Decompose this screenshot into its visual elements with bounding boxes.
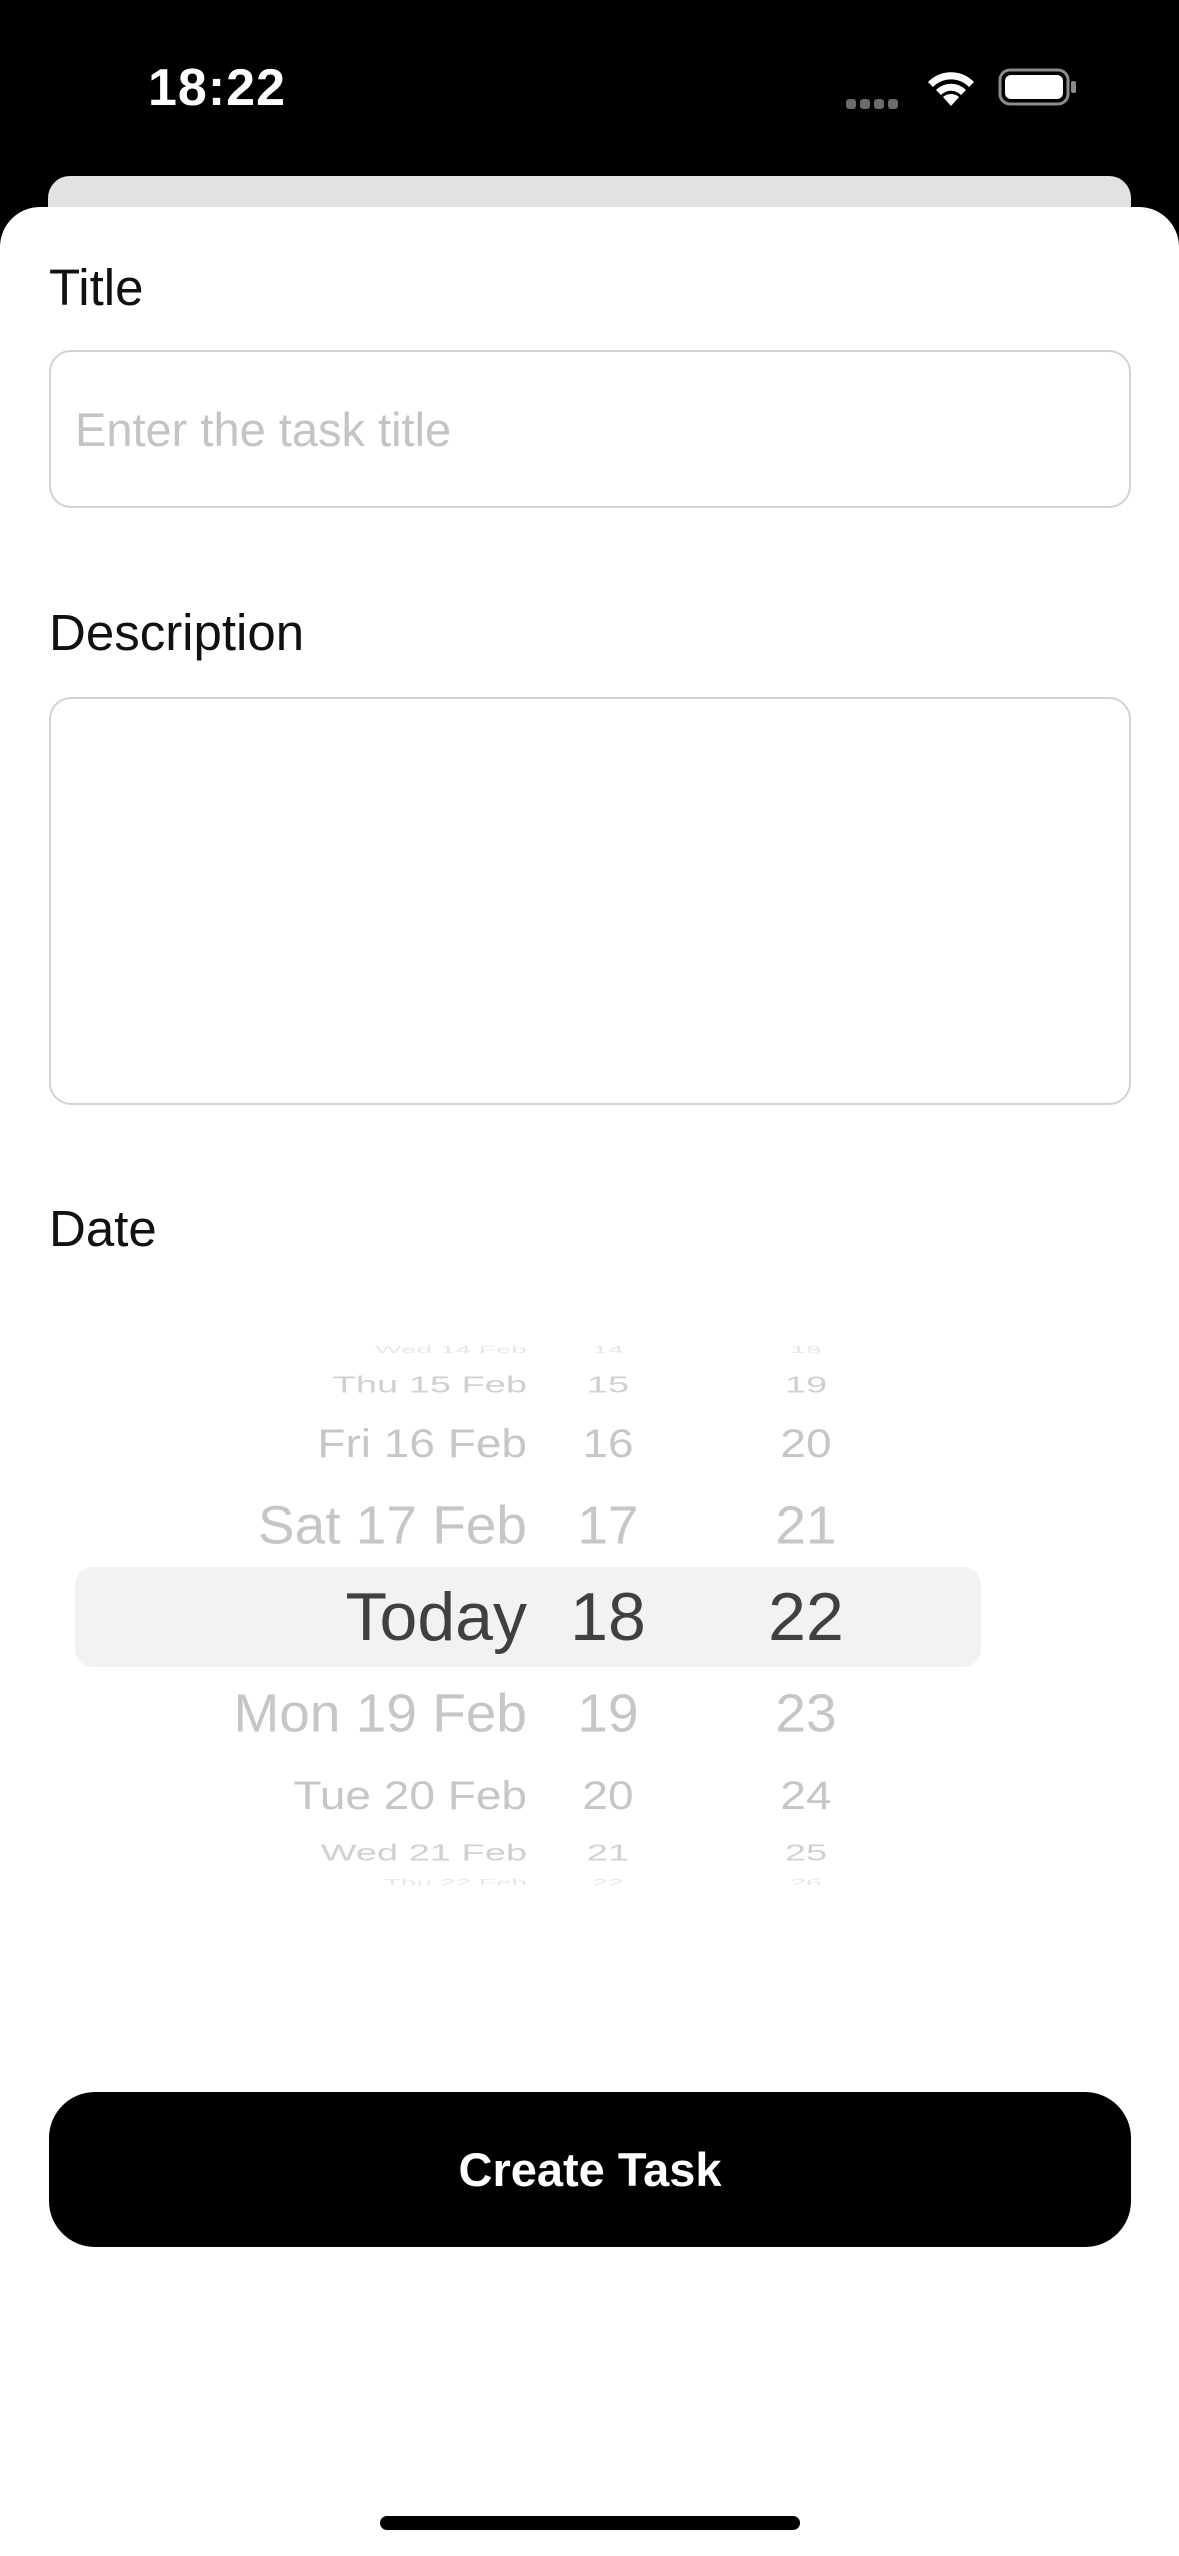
status-time: 18:22 xyxy=(148,59,286,117)
picker-date-item[interactable]: Wed 21 Feb xyxy=(75,1841,527,1865)
picker-date-item[interactable]: Wed 14 Feb xyxy=(75,1345,527,1355)
picker-hour-item[interactable]: 15 xyxy=(553,1373,663,1397)
picker-minute-item[interactable]: 19 xyxy=(751,1373,861,1397)
picker-date-item[interactable]: Sat 17 Feb xyxy=(75,1498,527,1551)
picker-hour-item[interactable]: 17 xyxy=(553,1498,663,1551)
picker-minute-item[interactable]: 18 xyxy=(751,1345,861,1355)
create-task-button[interactable]: Create Task xyxy=(49,2092,1131,2247)
description-label: Description xyxy=(49,604,305,661)
title-label: Title xyxy=(49,259,144,316)
battery-icon xyxy=(998,68,1078,106)
picker-minute-item[interactable]: 24 xyxy=(751,1775,861,1815)
picker-date-item[interactable]: Mon 19 Feb xyxy=(75,1686,527,1739)
picker-date-column[interactable]: Wed 14 Feb Thu 15 Feb Fri 16 Feb Sat 17 Feb… xyxy=(75,1345,527,1885)
picker-minute-item[interactable]: 20 xyxy=(751,1423,861,1463)
picker-minute-item[interactable]: 21 xyxy=(751,1498,861,1551)
date-time-picker[interactable]: Wed 14 Feb Thu 15 Feb Fri 16 Feb Sat 17 Feb… xyxy=(75,1345,981,1885)
picker-date-item[interactable]: Thu 22 Feb xyxy=(75,1878,527,1885)
picker-hour-item[interactable]: 20 xyxy=(553,1775,663,1815)
picker-date-item[interactable]: Tue 20 Feb xyxy=(75,1775,527,1815)
date-label: Date xyxy=(49,1200,157,1257)
picker-date-item[interactable]: Today xyxy=(75,1583,527,1651)
picker-hour-item[interactable]: 14 xyxy=(553,1345,663,1355)
picker-hour-item[interactable]: 16 xyxy=(553,1423,663,1463)
picker-date-item[interactable]: Fri 16 Feb xyxy=(75,1423,527,1463)
description-input[interactable] xyxy=(49,697,1131,1105)
picker-date-item[interactable]: Thu 15 Feb xyxy=(75,1373,527,1397)
picker-hour-item[interactable]: 18 xyxy=(553,1583,663,1651)
picker-hour-item[interactable]: 22 xyxy=(553,1878,663,1885)
picker-hour-column[interactable]: 14 15 16 17 18 19 20 21 22 xyxy=(553,1345,663,1885)
status-bar: 18:22 xyxy=(0,0,1179,176)
picker-hour-item[interactable]: 19 xyxy=(553,1686,663,1739)
title-input[interactable] xyxy=(49,350,1131,508)
cellular-signal-icon xyxy=(846,96,906,109)
picker-minute-item[interactable]: 23 xyxy=(751,1686,861,1739)
picker-minute-item[interactable]: 26 xyxy=(751,1878,861,1885)
wifi-icon xyxy=(923,66,979,108)
home-indicator xyxy=(380,2516,800,2530)
picker-minute-item[interactable]: 25 xyxy=(751,1841,861,1865)
picker-hour-item[interactable]: 21 xyxy=(553,1841,663,1865)
picker-minute-column[interactable]: 18 19 20 21 22 23 24 25 26 xyxy=(751,1345,861,1885)
picker-minute-item[interactable]: 22 xyxy=(751,1583,861,1651)
